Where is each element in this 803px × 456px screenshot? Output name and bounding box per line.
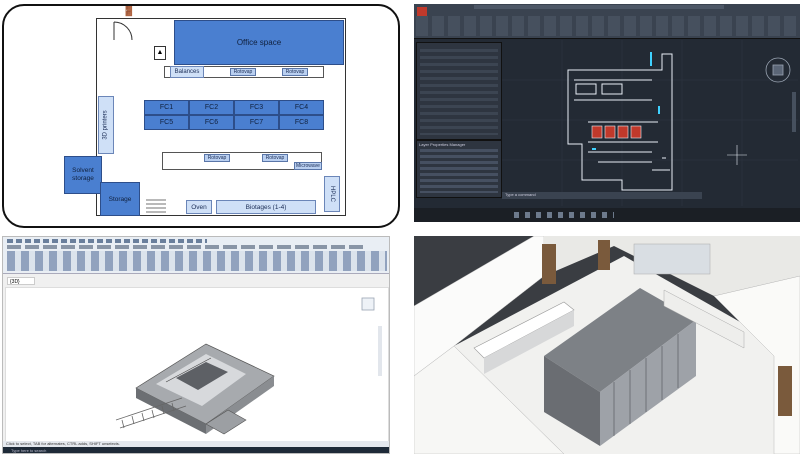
cad-ribbon (414, 4, 800, 39)
revit-view-tab-label: {3D} (10, 279, 20, 285)
rotovap-label: Rotovap (233, 69, 253, 75)
office-space: Office space (174, 20, 344, 65)
balances-label: Balances (174, 69, 200, 75)
revit-3d-model (115, 297, 382, 435)
fire-extinguisher-icon: ▲ (154, 46, 166, 60)
fume-cupboard: FC7 (234, 115, 279, 130)
cad-layer-rows (420, 149, 498, 193)
fume-cupboard: FC3 (234, 100, 279, 115)
storage-label: Storage (108, 195, 132, 203)
3d-printers: 3D printers (98, 96, 114, 154)
cad-taskbar (414, 208, 800, 222)
cad-screenshot-panel: Layer Properties Manager Type a command (414, 4, 800, 222)
revit-status-text: Click to select, TAB for alternates, CTR… (6, 441, 120, 446)
balances: Balances (170, 66, 204, 78)
revit-taskbar-search[interactable]: Type here to search (11, 448, 46, 453)
fume-cupboard: FC1 (144, 100, 189, 115)
biotages: Biotages (1-4) (216, 200, 316, 214)
microwave-label: Microwave (296, 163, 320, 169)
stairs-icon (146, 199, 166, 213)
cad-taskbar-icons[interactable] (514, 212, 614, 218)
storage: Storage (100, 182, 140, 216)
cad-floorplan-walls (567, 53, 673, 191)
cad-layer-panel[interactable]: Layer Properties Manager (416, 140, 502, 198)
revit-taskbar: Type here to search (3, 447, 389, 453)
render-door-center (598, 240, 610, 270)
cad-fume-cupboards (591, 125, 642, 139)
cad-properties-palette[interactable] (416, 42, 502, 140)
solvent-storage: Solvent storage (64, 156, 102, 194)
revit-viewcube-icon[interactable] (361, 297, 375, 311)
fume-cupboard: FC8 (279, 115, 324, 130)
3d-render-panel (414, 236, 800, 454)
entrance-door-icon: 🚪 (122, 5, 136, 17)
cad-crosshair-icon (727, 145, 747, 165)
cad-viewcube-icon[interactable] (765, 57, 791, 83)
door-swing-icon (113, 21, 133, 41)
solvent-storage-label: Solvent storage (72, 167, 94, 182)
fume-cupboard: FC4 (279, 100, 324, 115)
revit-ribbon-tabs[interactable] (7, 245, 367, 249)
revit-quick-access[interactable] (7, 239, 207, 243)
oven: Oven (186, 200, 212, 214)
office-space-label: Office space (236, 38, 282, 47)
revit-screenshot-panel: {3D} Click to select, TAB for alternates… (2, 236, 390, 454)
biotages-label: Biotages (1-4) (245, 203, 287, 211)
rotovap-1: Rotovap (230, 68, 256, 76)
cad-title-bar (474, 5, 724, 9)
revit-ribbon-tools[interactable] (7, 251, 387, 271)
fume-cupboard: FC5 (144, 115, 189, 130)
fume-cupboard-grid: FC1 FC2 FC3 FC4 FC5 FC6 FC7 FC8 (144, 100, 324, 130)
revit-building-shell (135, 343, 275, 435)
floor-plan-panel: 🚪 Office space ▲ Balances Rotovap Rotova… (2, 4, 400, 228)
rotovap-3: Rotovap (204, 154, 230, 162)
3d-render-image (414, 236, 800, 454)
hplc: HPLC (324, 176, 340, 212)
cad-navigation-bar[interactable] (792, 92, 796, 132)
cad-drawing-canvas[interactable] (502, 40, 798, 206)
fume-cupboard: FC2 (189, 100, 234, 115)
revit-view-tab[interactable]: {3D} (7, 277, 35, 285)
rotovap-2: Rotovap (282, 68, 308, 76)
cad-palette-rows (420, 49, 498, 135)
revit-viewport[interactable] (5, 287, 389, 443)
render-window (633, 243, 711, 275)
3d-printers-label: 3D printers (103, 110, 109, 140)
render-door-left (542, 244, 556, 284)
cad-layer-panel-title: Layer Properties Manager (419, 142, 466, 147)
hplc-label: HPLC (329, 185, 336, 203)
rotovap-label: Rotovap (285, 69, 305, 75)
cad-command-prompt: Type a command (505, 192, 536, 197)
rotovap-label: Rotovap (265, 155, 285, 161)
oven-label: Oven (191, 203, 207, 211)
revit-ribbon (3, 237, 389, 274)
fume-cupboard: FC6 (189, 115, 234, 130)
revit-nav-bar[interactable] (378, 326, 382, 376)
cad-ribbon-tools[interactable] (416, 16, 796, 36)
rotovap-label: Rotovap (207, 155, 227, 161)
cad-command-line[interactable]: Type a command (502, 192, 702, 199)
render-right-door (778, 366, 792, 416)
microwave: Microwave (294, 162, 322, 170)
rotovap-4: Rotovap (262, 154, 288, 162)
